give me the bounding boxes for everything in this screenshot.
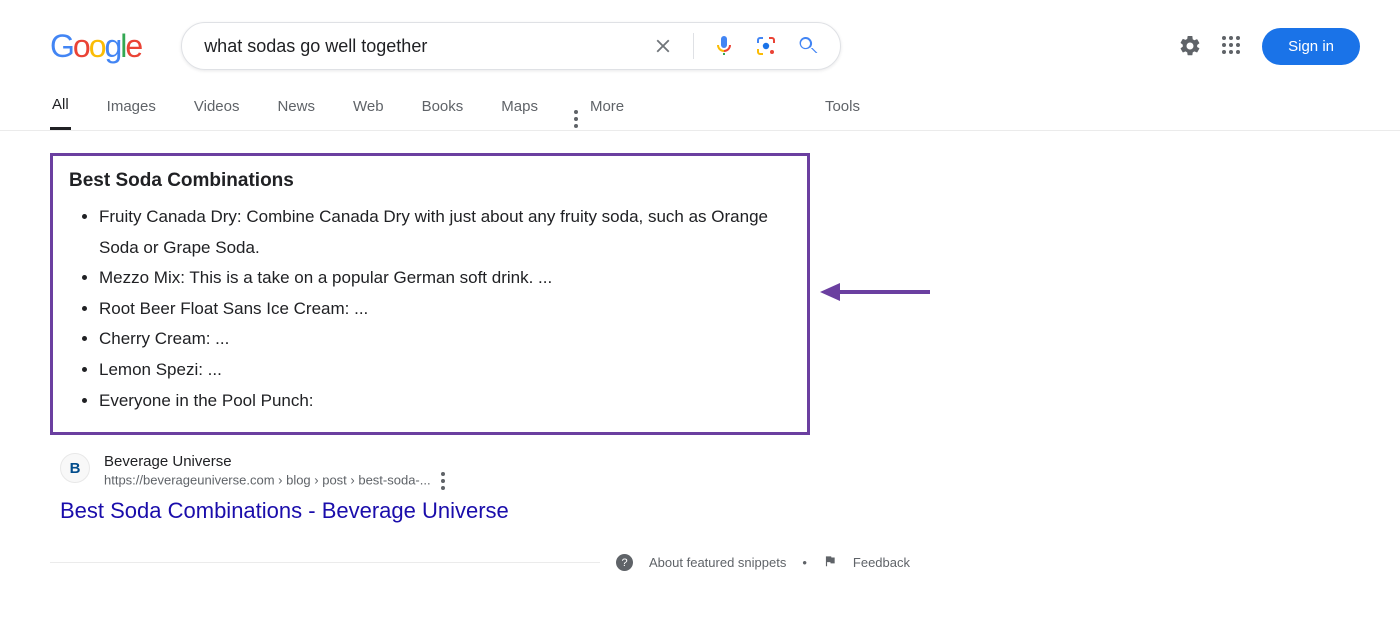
- lens-icon[interactable]: [754, 34, 778, 58]
- snippet-list: Fruity Canada Dry: Combine Canada Dry wi…: [69, 202, 787, 416]
- search-input[interactable]: [204, 36, 651, 57]
- featured-snippet: Best Soda Combinations Fruity Canada Dry…: [50, 153, 810, 435]
- divider-line: [50, 562, 600, 563]
- list-item: Lemon Spezi: ...: [99, 355, 787, 386]
- result-options-icon[interactable]: [441, 472, 445, 490]
- apps-grid-icon[interactable]: [1220, 34, 1244, 58]
- feedback-link[interactable]: Feedback: [853, 555, 910, 570]
- help-icon[interactable]: ?: [616, 554, 633, 571]
- sign-in-button[interactable]: Sign in: [1262, 28, 1360, 65]
- tab-maps[interactable]: Maps: [499, 98, 540, 129]
- divider: [693, 33, 694, 59]
- search-tabs: All Images Videos News Web Books Maps Mo…: [0, 76, 1400, 131]
- tab-books[interactable]: Books: [420, 98, 466, 129]
- more-dots-icon: [574, 98, 578, 128]
- list-item: Mezzo Mix: This is a take on a popular G…: [99, 263, 787, 294]
- result-source-name: Beverage Universe: [104, 453, 445, 470]
- list-item: Fruity Canada Dry: Combine Canada Dry wi…: [99, 202, 787, 263]
- settings-gear-icon[interactable]: [1178, 34, 1202, 58]
- google-logo[interactable]: Google: [50, 28, 141, 65]
- tab-images[interactable]: Images: [105, 98, 158, 129]
- list-item: Everyone in the Pool Punch:: [99, 386, 787, 417]
- about-featured-snippets-link[interactable]: About featured snippets: [649, 555, 786, 570]
- separator-dot: •: [802, 555, 807, 570]
- search-icon[interactable]: [796, 34, 820, 58]
- tab-videos[interactable]: Videos: [192, 98, 242, 129]
- list-item: Root Beer Float Sans Ice Cream: ...: [99, 294, 787, 325]
- tab-web[interactable]: Web: [351, 98, 386, 129]
- mic-icon[interactable]: [712, 34, 736, 58]
- tab-all[interactable]: All: [50, 96, 71, 130]
- result-title-link[interactable]: Best Soda Combinations - Beverage Univer…: [50, 498, 920, 524]
- feedback-flag-icon: [823, 554, 837, 571]
- list-item: Cherry Cream: ...: [99, 324, 787, 355]
- result-favicon: B: [60, 453, 90, 483]
- snippet-title: Best Soda Combinations: [69, 170, 787, 192]
- tab-more[interactable]: More: [588, 98, 626, 129]
- search-box[interactable]: [181, 22, 841, 70]
- tools-button[interactable]: Tools: [825, 98, 860, 129]
- annotation-arrow: [820, 279, 930, 305]
- clear-icon[interactable]: [651, 34, 675, 58]
- tab-news[interactable]: News: [275, 98, 317, 129]
- result-source-url: https://beverageuniverse.com › blog › po…: [104, 472, 445, 490]
